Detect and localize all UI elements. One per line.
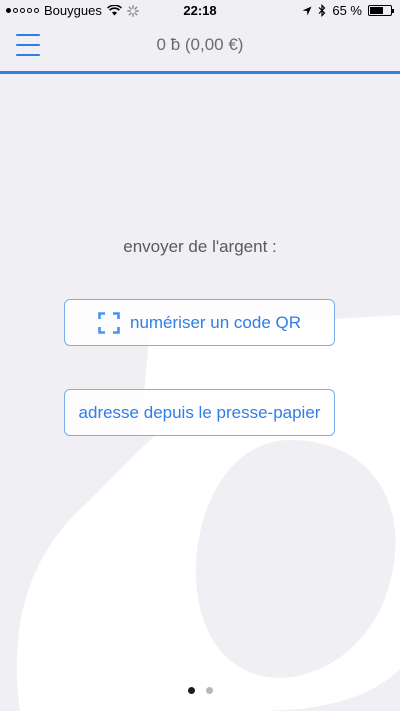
page-indicator [0, 687, 400, 694]
send-money-prompt: envoyer de l'argent : [123, 237, 277, 256]
battery-icon [368, 5, 394, 16]
watermark-logo [16, 315, 400, 711]
nav-divider [0, 71, 400, 74]
battery-percent: 65 % [332, 3, 362, 18]
bluetooth-icon [318, 4, 326, 17]
battery-level [370, 7, 383, 14]
nav-bar: 0 ƀ (0,00 €) [0, 22, 400, 71]
status-bar: Bouygues 22:18 65 % [0, 0, 400, 22]
page-dot[interactable] [205, 687, 213, 694]
scan-qr-button[interactable]: numériser un code QR [64, 299, 335, 346]
page-dot[interactable] [187, 687, 195, 694]
qr-scan-icon [98, 311, 120, 334]
scan-qr-label: numériser un code QR [129, 312, 302, 332]
clipboard-address-label: adresse depuis le presse-papier [78, 402, 321, 422]
balance-title: 0 ƀ (0,00 €) [156, 35, 244, 54]
clipboard-address-button[interactable]: adresse depuis le presse-papier [64, 389, 335, 436]
location-arrow-icon [302, 6, 312, 15]
